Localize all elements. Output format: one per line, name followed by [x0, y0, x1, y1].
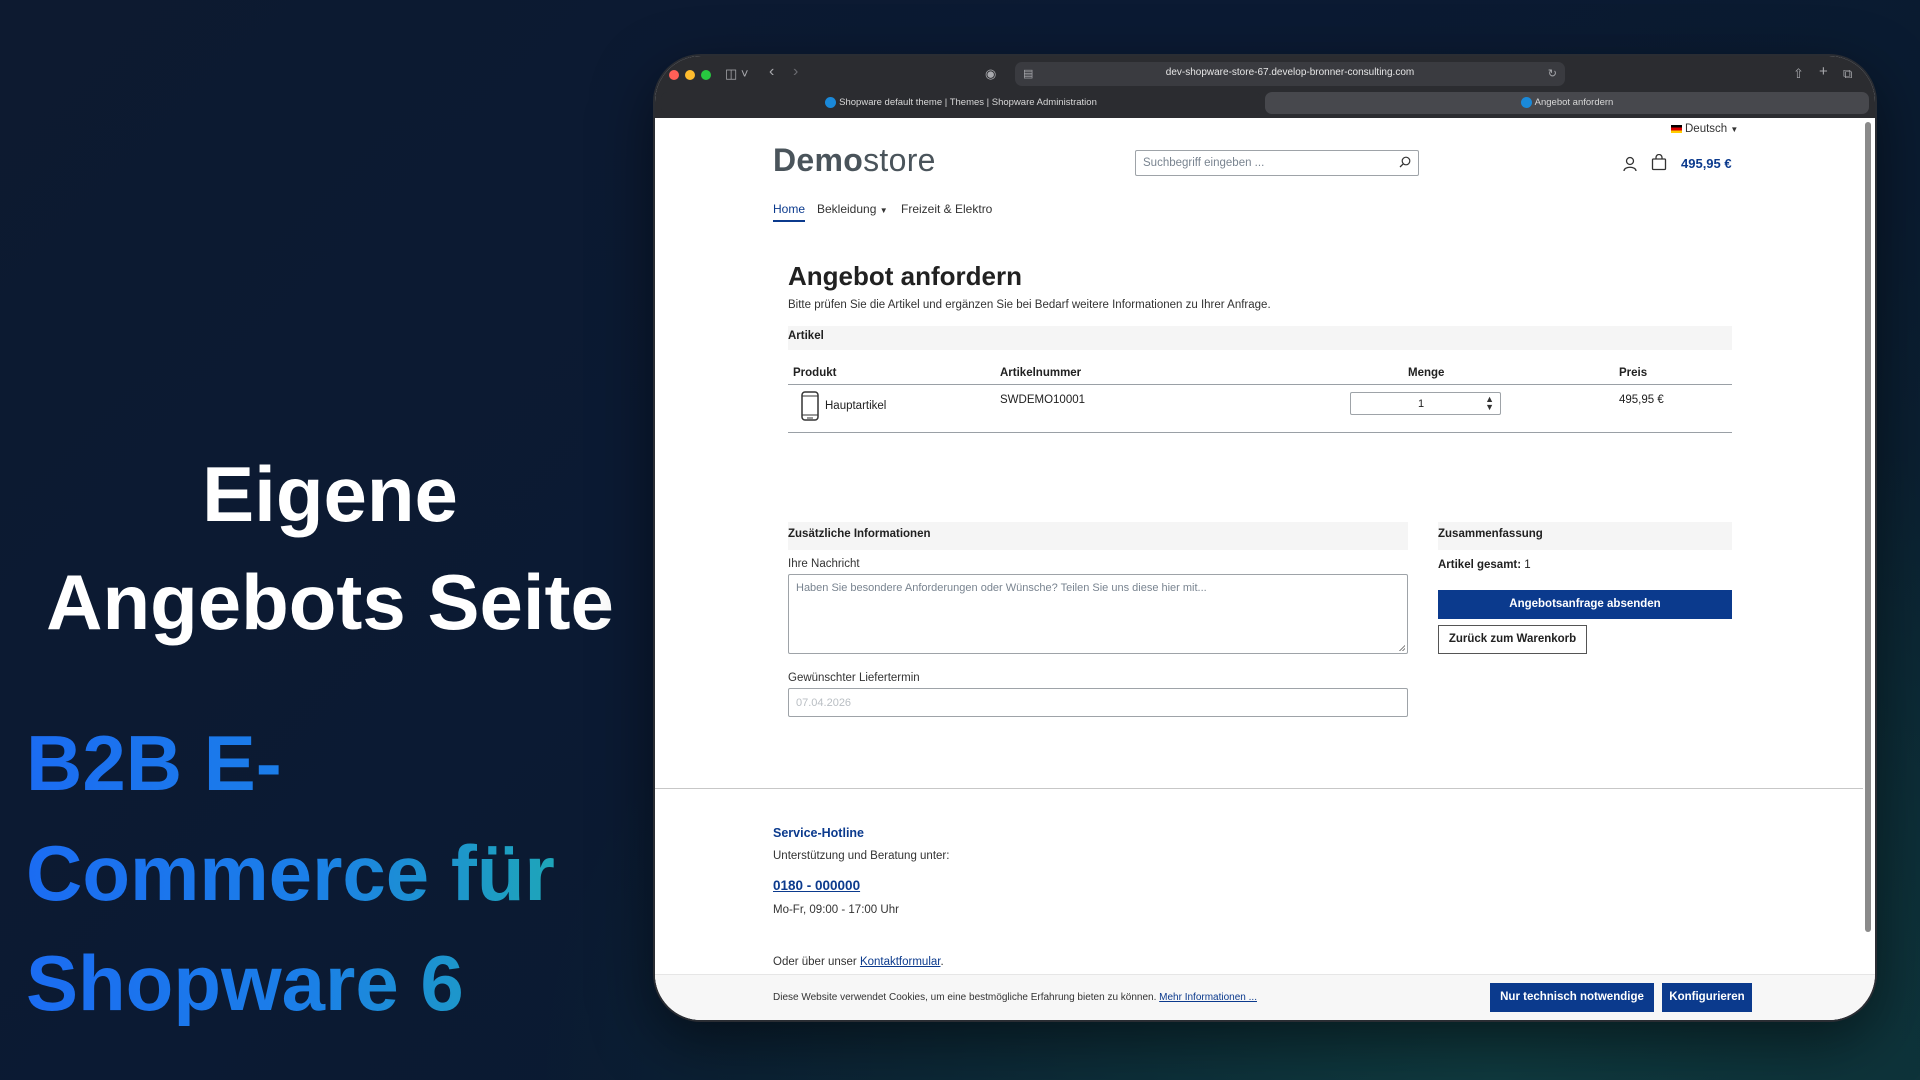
cart-icon[interactable] — [1651, 154, 1667, 171]
summary-count-label: Artikel gesamt: — [1438, 559, 1522, 571]
back-to-cart-button[interactable]: Zurück zum Warenkorb — [1438, 625, 1587, 654]
maximize-window-button[interactable] — [701, 70, 711, 80]
cookie-message: Diese Website verwendet Cookies, um eine… — [773, 992, 1160, 1003]
summary-header: Zusammenfassung — [1438, 522, 1732, 550]
forward-icon[interactable]: › — [793, 64, 798, 80]
promo-heading-line1: Eigene — [202, 450, 458, 538]
summary-count-value: 1 — [1524, 559, 1531, 571]
hotline-hours: Mo-Fr, 09:00 - 17:00 Uhr — [773, 904, 899, 916]
delivery-date-label: Gewünschter Liefertermin — [788, 672, 920, 684]
url-text: dev-shopware-store-67.develop-bronner-co… — [1165, 67, 1415, 78]
stepper-arrows-icon[interactable]: ▲ ▼ — [1485, 395, 1494, 412]
contact-prefix: Oder über unser — [773, 956, 860, 968]
browser-toolbar: ◫ ˅ ‹ › ◉ ▤ dev-shopware-store-67.develo… — [655, 56, 1875, 118]
summary-article-count: Artikel gesamt: 1 — [1438, 559, 1531, 571]
tab-label: Shopware default theme | Themes | Shopwa… — [839, 97, 1097, 108]
german-flag-icon — [1671, 124, 1682, 133]
table-row-divider — [788, 432, 1732, 433]
nav-item-bekleidung[interactable]: Bekleidung ▼ — [817, 202, 888, 216]
shop-logo[interactable]: Demostore — [773, 142, 936, 179]
promo-sub-line1: B2B E- — [26, 719, 282, 807]
cookie-configure-button[interactable]: Konfigurieren — [1662, 983, 1752, 1012]
caret-down-icon: ▼ — [1730, 125, 1739, 134]
page-scrollbar[interactable] — [1865, 122, 1871, 932]
page-intro: Bitte prüfen Sie die Artikel und ergänze… — [788, 299, 1271, 311]
articles-section-header: Artikel — [788, 326, 1732, 350]
minimize-window-button[interactable] — [685, 70, 695, 80]
close-window-button[interactable] — [669, 70, 679, 80]
hotline-phone-link[interactable]: 0180 - 000000 — [773, 878, 860, 893]
contact-suffix: . — [940, 956, 944, 968]
tab-angebot-anfordern[interactable]: Angebot anfordern — [1265, 92, 1869, 114]
browser-window: ◫ ˅ ‹ › ◉ ▤ dev-shopware-store-67.develo… — [655, 56, 1875, 1020]
contact-form-link[interactable]: Kontaktformular — [860, 956, 941, 968]
logo-bold: Demo — [773, 142, 864, 178]
search-placeholder: Suchbegriff eingeben ... — [1143, 157, 1265, 169]
logo-rest: store — [863, 142, 936, 178]
tab-shopware-admin[interactable]: Shopware default theme | Themes | Shopwa… — [661, 92, 1261, 114]
shop-page: Deutsch ▼ Demostore Suchbegriff eingeben… — [655, 118, 1863, 1020]
service-hotline-title: Service-Hotline — [773, 826, 865, 840]
promo-heading-line2: Angebots Seite — [46, 558, 614, 646]
message-label: Ihre Nachricht — [788, 558, 860, 570]
tab-overview-icon[interactable]: ⧉ — [1843, 66, 1852, 82]
privacy-icon[interactable]: ◉ — [985, 66, 996, 82]
search-icon[interactable] — [1399, 156, 1411, 168]
nav-item-label: Bekleidung — [817, 202, 877, 216]
account-icon[interactable] — [1623, 156, 1637, 172]
cart-total[interactable]: 495,95 € — [1681, 156, 1732, 171]
cookie-more-info-link[interactable]: Mehr Informationen ... — [1159, 992, 1257, 1003]
quantity-stepper[interactable]: 1 ▲ ▼ — [1350, 392, 1501, 415]
product-sku: SWDEMO10001 — [1000, 394, 1086, 406]
message-textarea[interactable]: Haben Sie besondere Anforderungen oder W… — [788, 574, 1408, 654]
footer-divider — [655, 788, 1863, 789]
column-header-preis: Preis — [1619, 367, 1648, 379]
caret-down-icon: ▼ — [879, 206, 888, 215]
new-tab-icon[interactable]: + — [1819, 64, 1828, 80]
shopware-favicon-icon — [1520, 96, 1532, 108]
additional-info-header: Zusätzliche Informationen — [788, 522, 1408, 550]
delivery-date-value: 07.04.2026 — [796, 697, 852, 709]
address-bar[interactable]: ▤ dev-shopware-store-67.develop-bronner-… — [1015, 62, 1565, 86]
smartphone-icon — [801, 391, 819, 421]
promo-subheading: B2B E- Commerce für Shopware 6 — [26, 708, 646, 1038]
product-name[interactable]: Hauptartikel — [825, 400, 886, 412]
shopware-favicon-icon — [825, 96, 837, 108]
language-label: Deutsch — [1685, 123, 1728, 135]
nav-item-freizeit-elektro[interactable]: Freizeit & Elektro — [901, 202, 992, 216]
promo-heading: Eigene Angebots Seite — [30, 440, 630, 656]
sidebar-icon[interactable]: ◫ ˅ — [725, 66, 749, 82]
support-text: Unterstützung und Beratung unter: — [773, 850, 950, 862]
product-price: 495,95 € — [1619, 394, 1664, 406]
promo-sub-line3: Shopware 6 — [26, 939, 464, 1027]
tab-label: Angebot anfordern — [1534, 97, 1614, 108]
cookie-banner: Diese Website verwendet Cookies, um eine… — [655, 974, 1875, 1020]
back-icon[interactable]: ‹ — [769, 64, 774, 80]
reload-icon[interactable]: ↻ — [1548, 66, 1557, 82]
table-header-divider — [788, 384, 1732, 385]
language-switcher[interactable]: Deutsch ▼ — [1671, 123, 1738, 135]
column-header-produkt: Produkt — [793, 367, 837, 379]
resize-handle-icon[interactable] — [1399, 645, 1405, 651]
cookie-necessary-button[interactable]: Nur technisch notwendige — [1490, 983, 1654, 1012]
message-placeholder: Haben Sie besondere Anforderungen oder W… — [796, 582, 1207, 594]
contact-text: Oder über unser Kontaktformular. — [773, 956, 944, 968]
search-input[interactable]: Suchbegriff eingeben ... — [1135, 150, 1419, 176]
delivery-date-input[interactable]: 07.04.2026 — [788, 688, 1408, 717]
submit-quote-button[interactable]: Angebotsanfrage absenden — [1438, 590, 1732, 619]
share-icon[interactable]: ⇧ — [1793, 66, 1804, 82]
quantity-value: 1 — [1417, 398, 1425, 410]
nav-item-home[interactable]: Home — [773, 202, 806, 222]
column-header-artikelnummer: Artikelnummer — [1000, 367, 1082, 379]
promo-sub-line2: Commerce für — [26, 829, 555, 917]
tab-bar: Shopware default theme | Themes | Shopwa… — [661, 92, 1869, 114]
column-header-menge: Menge — [1408, 367, 1445, 379]
page-title: Angebot anfordern — [788, 261, 1022, 291]
cookie-text: Diese Website verwendet Cookies, um eine… — [773, 992, 1257, 1003]
